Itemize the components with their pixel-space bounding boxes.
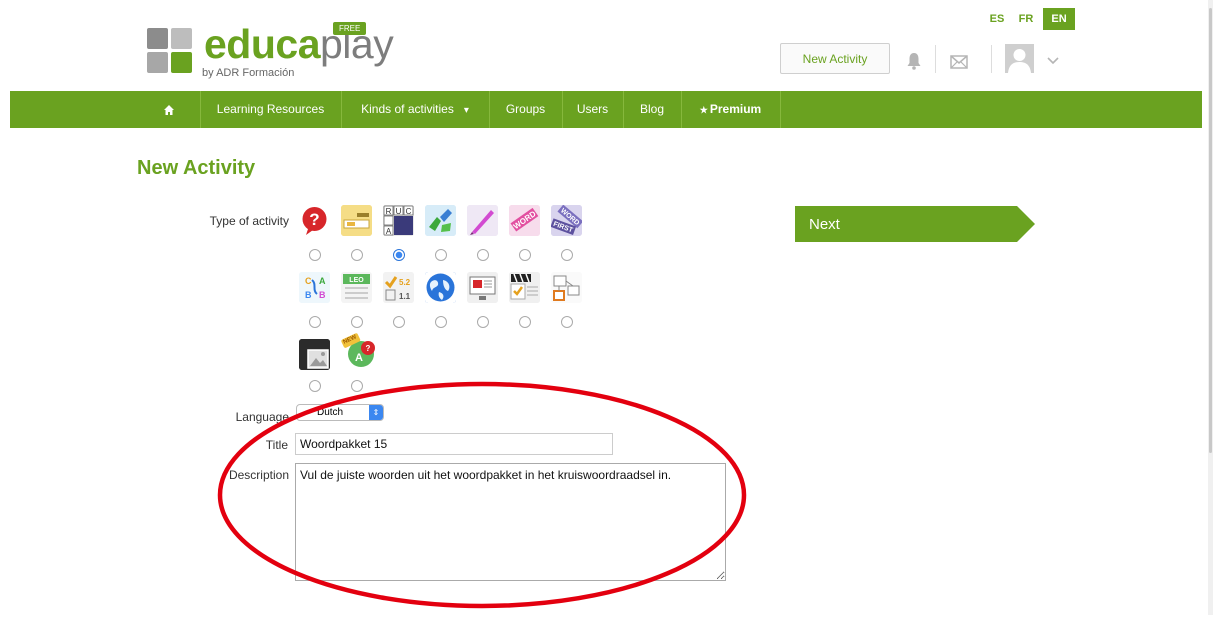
bell-icon[interactable] bbox=[906, 52, 922, 70]
home-icon bbox=[163, 104, 174, 115]
activity-type-radio[interactable] bbox=[393, 316, 405, 328]
svg-text:LEO: LEO bbox=[349, 277, 364, 284]
activity-type-radio-selected[interactable] bbox=[393, 249, 405, 261]
annotation-ellipse bbox=[215, 378, 750, 613]
new-activity-type-icon[interactable]: ? A NEW bbox=[341, 332, 377, 370]
nav-home[interactable] bbox=[137, 91, 200, 128]
logo-square bbox=[171, 28, 192, 49]
activity-type-radio[interactable] bbox=[309, 316, 321, 328]
mail-icon[interactable] bbox=[950, 55, 968, 69]
activity-type-radio[interactable] bbox=[477, 316, 489, 328]
logo-square bbox=[171, 52, 192, 73]
image-hotspot-activity-icon[interactable] bbox=[299, 339, 330, 370]
activity-type-radio[interactable] bbox=[477, 249, 489, 261]
svg-text:C: C bbox=[305, 276, 312, 286]
relate-concepts-activity-icon[interactable] bbox=[551, 272, 582, 303]
crossword-activity-icon[interactable]: RUC A bbox=[383, 205, 414, 236]
svg-text:B: B bbox=[319, 290, 326, 300]
svg-text:A: A bbox=[386, 227, 392, 236]
activity-type-radio[interactable] bbox=[435, 316, 447, 328]
next-button[interactable]: Next bbox=[795, 206, 1035, 242]
logo-square bbox=[147, 28, 168, 49]
divider bbox=[935, 45, 936, 73]
fill-blanks-activity-icon[interactable] bbox=[341, 205, 372, 236]
star-icon: ★ bbox=[699, 105, 708, 115]
nav-premium[interactable]: ★ Premium bbox=[681, 91, 780, 128]
educaplay-logo[interactable]: educaplay by ADR Formación FREE bbox=[147, 21, 394, 82]
word-search-activity-icon[interactable]: WORD bbox=[509, 205, 540, 236]
activity-type-radio[interactable] bbox=[519, 249, 531, 261]
logo-square bbox=[147, 52, 168, 73]
activity-type-radio[interactable] bbox=[351, 249, 363, 261]
next-button-label: Next bbox=[809, 216, 840, 233]
nav-divider bbox=[780, 91, 781, 128]
page-scrollbar-thumb[interactable] bbox=[1209, 8, 1212, 453]
page-title: New Activity bbox=[137, 157, 256, 179]
activity-type-radio[interactable] bbox=[351, 316, 363, 328]
nav-premium-label: Premium bbox=[709, 102, 762, 116]
relate-activity-icon[interactable] bbox=[425, 205, 456, 236]
dictation-activity-icon[interactable] bbox=[467, 205, 498, 236]
svg-text:U: U bbox=[396, 207, 402, 216]
svg-text:A: A bbox=[355, 352, 363, 364]
logo-byline: by ADR Formación bbox=[202, 67, 295, 79]
alphabet-activity-icon[interactable]: CBAB bbox=[299, 272, 330, 303]
scrambled-words-activity-icon[interactable]: WORD FIRST bbox=[551, 205, 582, 236]
activity-type-radio[interactable] bbox=[435, 249, 447, 261]
chevron-down-icon[interactable] bbox=[1047, 53, 1059, 65]
svg-text:?: ? bbox=[309, 210, 319, 229]
activity-type-radio[interactable] bbox=[309, 249, 321, 261]
svg-text:?: ? bbox=[366, 344, 371, 353]
main-nav: Learning Resources Kinds of activities ▾ … bbox=[10, 91, 1202, 128]
lang-en[interactable]: EN bbox=[1043, 8, 1075, 30]
nav-users[interactable]: Users bbox=[562, 91, 623, 128]
completion-math-activity-icon[interactable]: 5.2 1.1 bbox=[383, 272, 414, 303]
lang-es[interactable]: ES bbox=[985, 8, 1009, 30]
svg-text:1.1: 1.1 bbox=[399, 292, 411, 301]
video-quiz-activity-icon[interactable] bbox=[509, 272, 540, 303]
chevron-down-icon: ▾ bbox=[463, 105, 469, 116]
free-badge: FREE bbox=[333, 22, 367, 35]
nav-kinds-of-activities[interactable]: Kinds of activities ▾ bbox=[341, 91, 489, 128]
nav-learning-resources[interactable]: Learning Resources bbox=[200, 91, 341, 128]
nav-blog[interactable]: Blog bbox=[623, 91, 681, 128]
new-activity-button[interactable]: New Activity bbox=[780, 43, 890, 74]
nav-groups[interactable]: Groups bbox=[489, 91, 562, 128]
presentation-activity-icon[interactable] bbox=[467, 272, 498, 303]
divider bbox=[991, 45, 992, 73]
activity-type-radio[interactable] bbox=[561, 316, 573, 328]
lang-fr[interactable]: FR bbox=[1014, 8, 1038, 30]
svg-text:A: A bbox=[319, 276, 326, 286]
svg-text:R: R bbox=[386, 207, 392, 216]
avatar[interactable] bbox=[1005, 44, 1034, 73]
type-of-activity-label: Type of activity bbox=[209, 214, 289, 228]
word-columns-activity-icon[interactable]: LEO bbox=[341, 272, 372, 303]
nav-kinds-label: Kinds of activities bbox=[361, 102, 454, 116]
activity-type-radio[interactable] bbox=[561, 249, 573, 261]
svg-text:5.2: 5.2 bbox=[399, 278, 411, 287]
activity-type-radio[interactable] bbox=[519, 316, 531, 328]
quiz-activity-icon[interactable]: ? bbox=[299, 205, 330, 236]
svg-text:C: C bbox=[406, 207, 412, 216]
svg-text:B: B bbox=[305, 290, 312, 300]
map-activity-icon[interactable] bbox=[425, 272, 456, 303]
